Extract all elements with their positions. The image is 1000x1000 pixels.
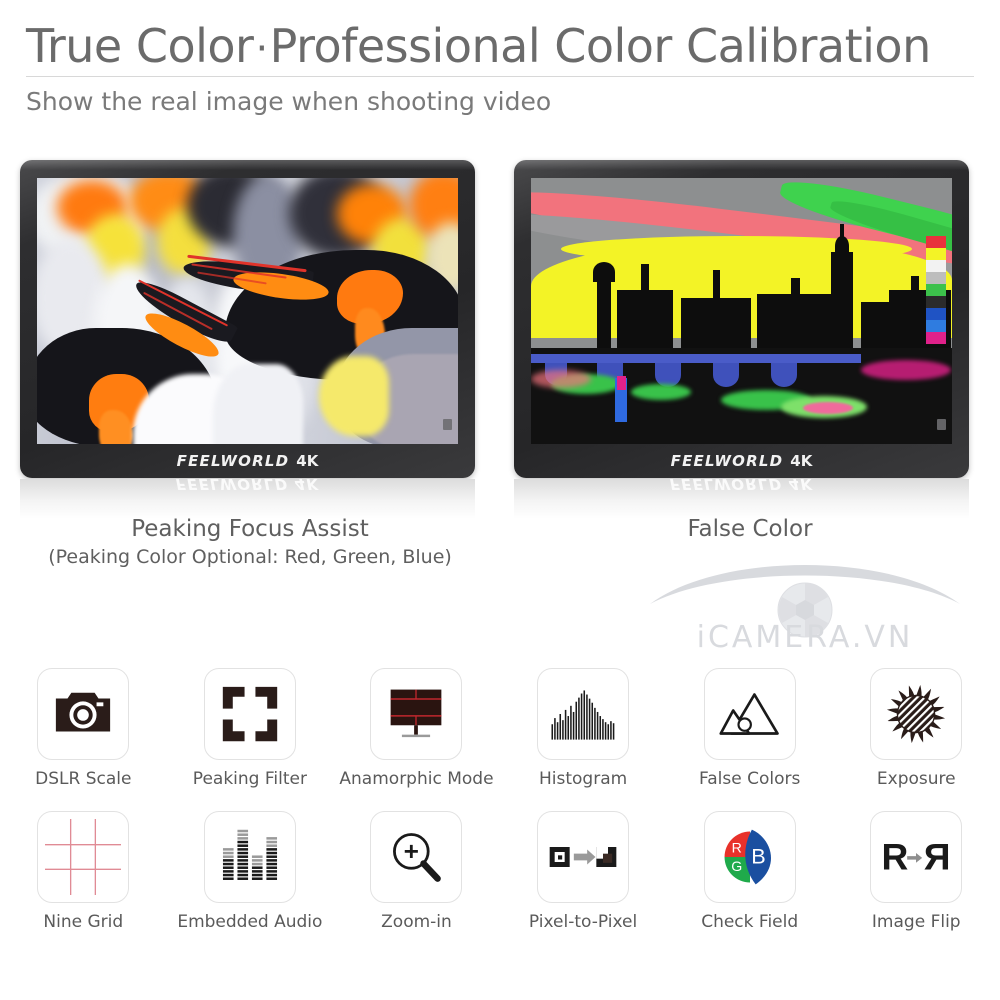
svg-text:G: G — [731, 858, 742, 874]
feature-tile[interactable] — [203, 811, 296, 903]
feature-label: Pixel-to-Pixel — [528, 912, 638, 932]
screen-falsecolor — [531, 178, 952, 444]
feature-pixel-to-pixel[interactable]: Pixel-to-Pixel — [500, 811, 667, 932]
svg-text:R: R — [882, 835, 909, 877]
audio-levels-icon — [222, 829, 277, 880]
feature-row-1: DSLR Scale Peaking Filter Anamorphic Mod… — [0, 668, 1000, 789]
caption-left: Peaking Focus Assist (Peaking Color Opti… — [0, 516, 500, 568]
false-color-scale — [926, 236, 946, 344]
feature-anamorphic-mode[interactable]: Anamorphic Mode — [333, 668, 500, 789]
feature-label: False Colors — [699, 769, 801, 789]
feature-row-2: Nine Grid Embedded Audio Zoom-in Pixel-t… — [0, 811, 1000, 932]
feature-tile[interactable] — [37, 668, 130, 760]
feature-tile[interactable] — [537, 811, 630, 903]
watermark-text: iCAMERA.VN — [696, 620, 914, 655]
feature-nine-grid[interactable]: Nine Grid — [0, 811, 167, 932]
feature-label: DSLR Scale — [35, 769, 132, 789]
mountains-icon — [719, 693, 779, 735]
page-subtitle: Show the real image when shooting video — [26, 87, 552, 117]
monitor-guides-icon — [391, 689, 442, 738]
feature-peaking-filter[interactable]: Peaking Filter — [167, 668, 334, 789]
caption-note: (Peaking Color Optional: Red, Green, Blu… — [48, 546, 452, 568]
caption-title: False Color — [687, 516, 813, 542]
monitor-left: FEELWORLD 4K FEELWORLD 4K — [20, 160, 486, 560]
svg-text:R: R — [731, 839, 741, 855]
falsecolor-photo — [531, 178, 952, 444]
feature-image-flip[interactable]: R R Image Flip — [833, 811, 1000, 932]
feature-label: Zoom-in — [381, 912, 452, 932]
focus-brackets-icon — [222, 686, 278, 742]
brand-bar-right: FEELWORLD 4K — [514, 444, 969, 478]
feature-label: Nine Grid — [43, 912, 124, 932]
feature-label: Peaking Filter — [192, 769, 307, 789]
feature-dslr-scale[interactable]: DSLR Scale — [0, 668, 167, 789]
magnifier-plus-icon — [393, 833, 442, 882]
feature-tile[interactable]: R R — [870, 811, 963, 903]
reflection-brand: FEELWORLD 4K — [175, 479, 320, 493]
feature-embedded-audio[interactable]: Embedded Audio — [167, 811, 334, 932]
grid-icon — [45, 819, 122, 895]
feature-tile[interactable] — [370, 668, 463, 760]
product-feature-page: True Color·Professional Color Calibratio… — [0, 0, 1000, 1000]
headline-part-1: True Color — [26, 19, 254, 73]
dslr-camera-icon — [56, 692, 111, 732]
brand-logo: FEELWORLD 4K — [670, 452, 813, 470]
histogram-icon — [551, 690, 615, 740]
header-divider — [26, 76, 974, 78]
mirror-r-icon: R R — [882, 835, 951, 877]
headline-part-2: Professional Color Calibration — [269, 19, 932, 73]
monitor-showcase: FEELWORLD 4K FEELWORLD 4K FEELWORLD 4K F… — [0, 160, 1000, 560]
reflection-brand: FEELWORLD 4K — [669, 479, 814, 493]
feature-false-colors[interactable]: False Colors — [666, 668, 833, 789]
feature-tile[interactable]: R G B — [703, 811, 796, 903]
screen-indicator — [937, 419, 946, 430]
feature-exposure[interactable]: Exposure — [833, 668, 1000, 789]
feature-tile[interactable] — [537, 668, 630, 760]
feature-grid: DSLR Scale Peaking Filter Anamorphic Mod… — [0, 668, 1000, 932]
caption-right: False Color — [500, 516, 1000, 568]
feature-label: Histogram — [538, 769, 628, 789]
headline-separator: · — [255, 26, 268, 72]
svg-text:B: B — [751, 844, 765, 869]
caption-title: Peaking Focus Assist — [131, 516, 369, 542]
monitor-body-falsecolor: FEELWORLD 4K — [514, 160, 969, 478]
feature-label: Exposure — [876, 769, 956, 789]
page-header: True Color·Professional Color Calibratio… — [0, 0, 1000, 116]
feature-tile[interactable] — [203, 668, 296, 760]
feature-tile[interactable] — [703, 668, 796, 760]
feature-tile[interactable] — [37, 811, 130, 903]
pixel-map-icon — [549, 847, 617, 867]
monitor-right: FEELWORLD 4K FEELWORLD 4K — [514, 160, 980, 560]
feature-label: Image Flip — [871, 912, 961, 932]
page-title: True Color·Professional Color Calibratio… — [26, 22, 974, 70]
feature-histogram[interactable]: Histogram — [500, 668, 667, 789]
monitor-captions: Peaking Focus Assist (Peaking Color Opti… — [0, 516, 1000, 568]
rgb-pie-icon: R G B — [724, 829, 771, 885]
feature-label: Anamorphic Mode — [339, 769, 494, 789]
feature-zoom-in[interactable]: Zoom-in — [333, 811, 500, 932]
monitor-body-peaking: FEELWORLD 4K — [20, 160, 475, 478]
monitor-reflection-left: FEELWORLD 4K — [20, 479, 475, 519]
svg-text:R: R — [924, 835, 951, 877]
feature-check-field[interactable]: R G B Check Field — [666, 811, 833, 932]
sun-icon — [887, 684, 946, 744]
feature-tile[interactable] — [370, 811, 463, 903]
brand-bar-left: FEELWORLD 4K — [20, 444, 475, 478]
monitor-reflection-right: FEELWORLD 4K — [514, 479, 969, 519]
feature-label: Check Field — [701, 912, 799, 932]
feature-tile[interactable] — [870, 668, 963, 760]
feature-label: Embedded Audio — [177, 912, 323, 932]
screen-indicator — [443, 419, 452, 430]
screen-peaking — [37, 178, 458, 444]
brand-logo: FEELWORLD 4K — [176, 452, 319, 470]
penguin-photo — [37, 178, 458, 444]
